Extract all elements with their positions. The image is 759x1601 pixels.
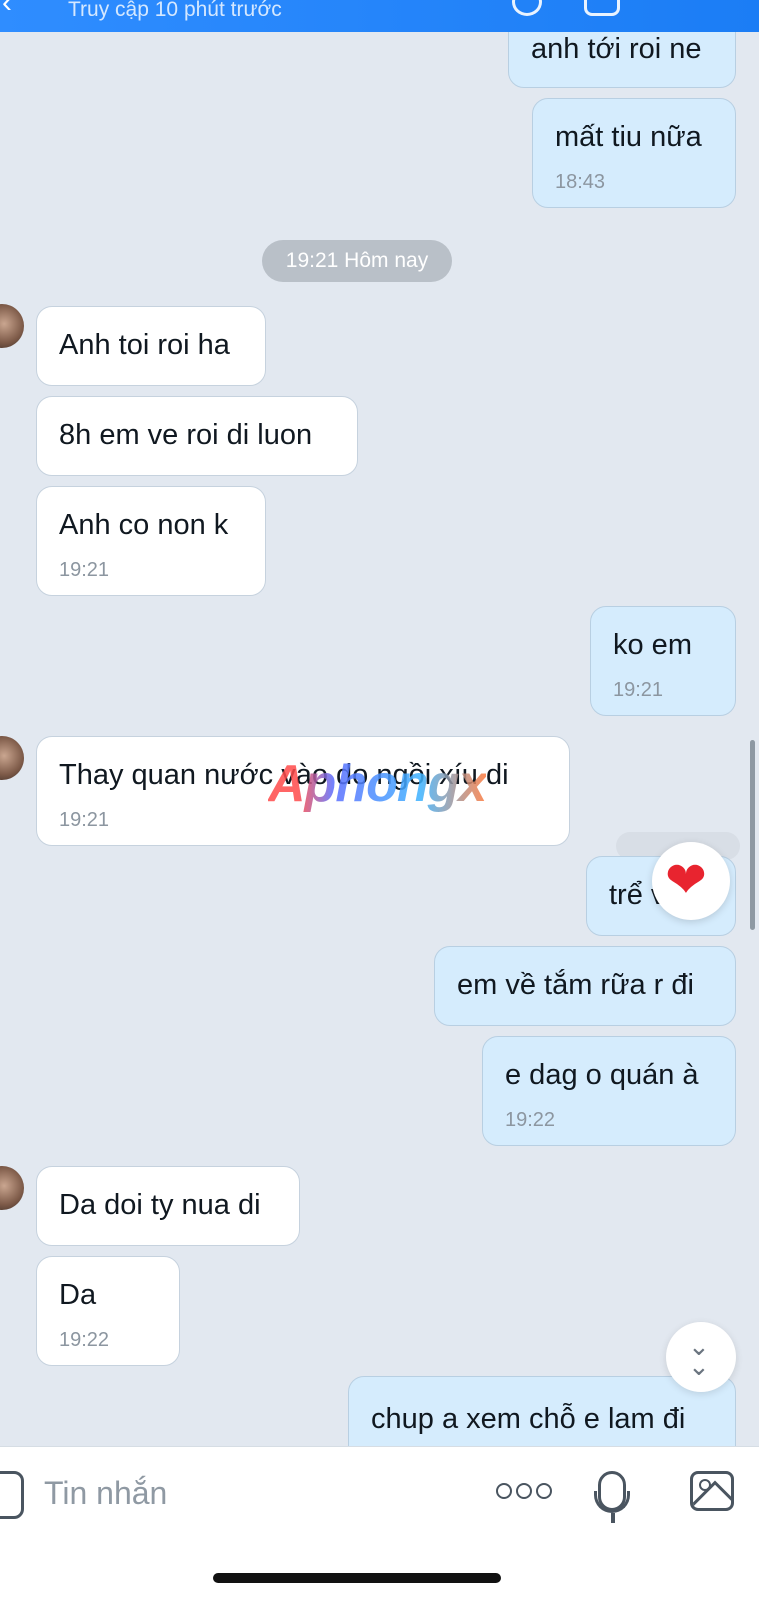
message-text: e dag o quán à — [505, 1059, 699, 1091]
message-text: Da — [59, 1279, 97, 1311]
menu-icon[interactable] — [668, 0, 698, 13]
date-separator: 19:21 Hôm nay — [262, 240, 452, 282]
message-bubble-incoming[interactable]: Anh toi roi ha — [36, 306, 266, 386]
message-bubble-outgoing[interactable]: chup a xem chỗ e lam đi — [348, 1376, 736, 1446]
reaction-badge[interactable]: ❤ — [652, 842, 730, 920]
chat-header: ‹ Truy cập 10 phút trước — [0, 0, 759, 32]
avatar[interactable] — [0, 736, 24, 780]
message-list[interactable]: anh tới roi ne mất tiu nữa 18:43 19:21 H… — [0, 32, 759, 1446]
message-text: Thay quan nước vào do ngồi xíu di — [59, 759, 509, 791]
message-text: anh tới roi ne — [531, 33, 702, 65]
message-time: 19:21 — [59, 809, 110, 831]
home-indicator — [213, 1573, 501, 1583]
message-bubble-outgoing[interactable]: anh tới roi ne — [508, 32, 736, 88]
mic-icon-base — [611, 1513, 615, 1523]
call-icon[interactable] — [512, 0, 542, 16]
message-time: 18:43 — [555, 171, 606, 193]
chevron-double-down-icon: ⌄ ⌄ — [688, 1331, 710, 1381]
mic-icon-stand — [594, 1491, 630, 1513]
heart-icon: ❤ — [665, 852, 707, 908]
last-seen-status: Truy cập 10 phút trước — [68, 0, 282, 21]
message-bubble-incoming[interactable]: Thay quan nước vào do ngồi xíu di 19:21 — [36, 736, 570, 846]
video-call-icon[interactable] — [584, 0, 620, 16]
more-icon[interactable] — [496, 1483, 556, 1504]
message-time: 19:22 — [505, 1109, 556, 1131]
message-text: ko em — [613, 629, 692, 661]
message-time: 19:22 — [59, 1329, 110, 1351]
message-text: Anh toi roi ha — [59, 329, 230, 361]
chevron-left-icon[interactable]: ‹ — [2, 0, 12, 20]
message-text: Da doi ty nua di — [59, 1189, 261, 1221]
scrollbar[interactable] — [750, 740, 755, 930]
message-text: chup a xem chỗ e lam đi — [371, 1403, 686, 1435]
message-bubble-incoming[interactable]: Da 19:22 — [36, 1256, 180, 1366]
avatar[interactable] — [0, 1166, 24, 1210]
message-time: 19:21 — [613, 679, 664, 701]
message-composer: Tin nhắn — [0, 1446, 759, 1601]
message-text: mất tiu nữa — [555, 121, 702, 153]
message-bubble-outgoing[interactable]: mất tiu nữa 18:43 — [532, 98, 736, 208]
message-bubble-outgoing[interactable]: ko em 19:21 — [590, 606, 736, 716]
message-text: em về tắm rữa r đi — [457, 969, 694, 1001]
message-text: Anh co non k — [59, 509, 229, 541]
message-bubble-incoming[interactable]: Anh co non k 19:21 — [36, 486, 266, 596]
message-bubble-incoming[interactable]: Da doi ty nua di — [36, 1166, 300, 1246]
sticker-icon[interactable] — [0, 1471, 24, 1519]
scroll-to-bottom-button[interactable]: ⌄ ⌄ — [666, 1322, 736, 1392]
message-text: 8h em ve roi di luon — [59, 419, 313, 451]
message-time: 19:21 — [59, 559, 110, 581]
message-bubble-incoming[interactable]: 8h em ve roi di luon — [36, 396, 358, 476]
message-bubble-outgoing[interactable]: e dag o quán à 19:22 — [482, 1036, 736, 1146]
message-bubble-outgoing[interactable]: em về tắm rữa r đi — [434, 946, 736, 1026]
message-input[interactable]: Tin nhắn — [44, 1475, 167, 1512]
image-icon[interactable] — [690, 1471, 734, 1511]
avatar[interactable] — [0, 304, 24, 348]
